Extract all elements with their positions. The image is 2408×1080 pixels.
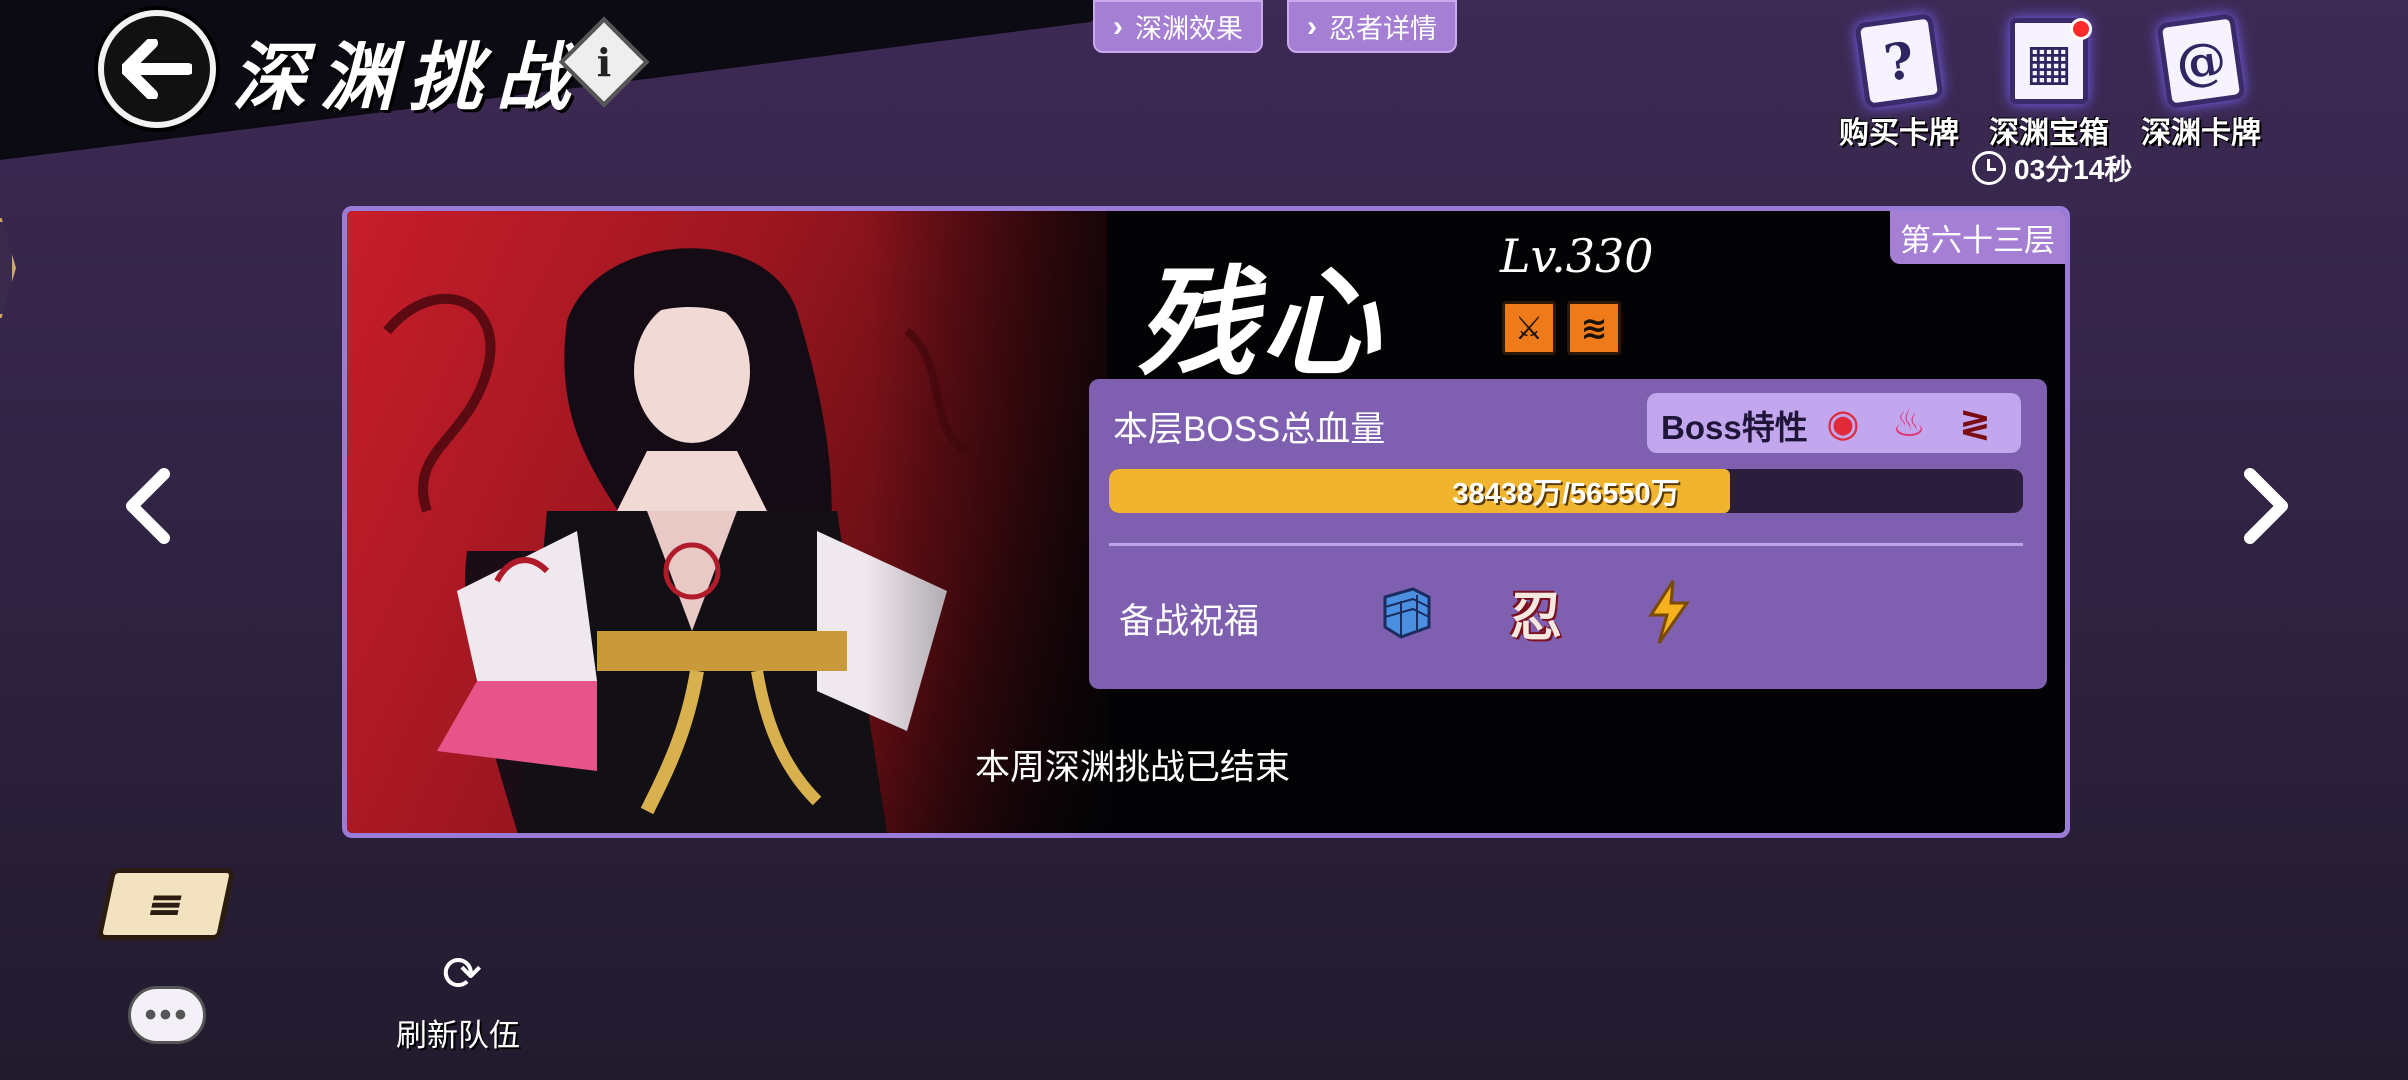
next-floor-button[interactable] — [2232, 466, 2302, 546]
refresh-team-button[interactable]: 刷新队伍 — [396, 1010, 520, 1055]
brick-wall-icon-svg — [1383, 587, 1431, 639]
attack-speed-icon: ⚔ — [1502, 301, 1556, 355]
chevron-right-icon — [2244, 468, 2288, 544]
chat-button[interactable]: ••• — [128, 986, 206, 1044]
page-title: 深渊挑战 — [232, 35, 584, 121]
timer-text: 03分14秒 — [2014, 154, 2133, 185]
card-question-icon: ? — [1854, 12, 1944, 110]
scroll-icon[interactable]: ≡ — [96, 868, 236, 940]
countdown-timer: 03分14秒 — [1972, 148, 2132, 188]
buy-cards-label: 购买卡牌 — [1839, 117, 1959, 150]
eye-icon[interactable]: ◉ — [1819, 399, 1867, 447]
hp-label: 本层BOSS总血量 — [1113, 410, 1386, 449]
brick-wall-icon[interactable] — [1371, 579, 1437, 645]
challenge-status: 本周深渊挑战已结束 — [975, 748, 1291, 787]
prev-floor-button[interactable] — [112, 466, 182, 546]
abyss-chest-label: 深渊宝箱 — [1989, 117, 2109, 150]
buy-cards-button[interactable]: ? 购买卡牌 — [1824, 12, 1974, 152]
flame-icon[interactable]: ♨ — [1885, 399, 1933, 447]
claw-icon[interactable]: ≷ — [1951, 399, 1999, 447]
blessing-label: 备战祝福 — [1119, 602, 1260, 641]
back-button[interactable] — [98, 10, 216, 128]
tab-ninja-details[interactable]: › 忍者详情 — [1287, 0, 1457, 53]
boss-panel: 第六十三层 残心 Lv.330 ⚔ ≋ 本层BOSS总血量 Boss特性 ◉ ♨… — [342, 206, 2070, 838]
abyss-cards-button[interactable]: @ 深渊卡牌 — [2126, 12, 2276, 152]
tab-abyss-effect[interactable]: › 深渊效果 — [1093, 0, 1263, 53]
side-hex-tab[interactable] — [0, 218, 16, 318]
boss-traits[interactable]: Boss特性 ◉ ♨ ≷ — [1647, 393, 2021, 453]
boss-name: 残心 — [1137, 253, 1386, 392]
clock-icon — [1972, 151, 2006, 185]
hp-text: 38438万/56550万 — [1452, 478, 1680, 510]
tab-label: 深渊效果 — [1135, 14, 1243, 44]
refresh-icon[interactable]: ⟳ — [432, 944, 492, 1004]
lightning-icon[interactable] — [1635, 579, 1701, 645]
trait-label: Boss特性 — [1661, 409, 1808, 446]
divider — [1109, 543, 2023, 546]
hp-bar: 38438万/56550万 — [1109, 469, 2023, 513]
lightning-icon-svg — [1648, 580, 1690, 644]
tab-label: 忍者详情 — [1329, 14, 1437, 44]
chat-bubble-icon: ••• — [144, 995, 190, 1034]
chevron-left-icon — [126, 468, 170, 544]
abyss-cards-label: 深渊卡牌 — [2141, 117, 2261, 150]
notification-dot — [2070, 18, 2092, 40]
swirl-card-icon: @ — [2156, 12, 2246, 110]
boss-level: Lv.330 — [1500, 229, 1654, 283]
floor-badge: 第六十三层 — [1890, 211, 2065, 264]
bite-icon: ≋ — [1567, 301, 1621, 355]
chevron-right-icon: › — [1307, 9, 1317, 43]
info-icon: i — [596, 39, 612, 85]
back-arrow-icon — [122, 39, 192, 99]
boss-info-box: 本层BOSS总血量 Boss特性 ◉ ♨ ≷ 38438万/56550万 备战祝… — [1089, 379, 2047, 689]
ninja-glyph-icon[interactable]: 忍 — [1503, 579, 1569, 648]
abyss-chest-button[interactable]: ▦ 深渊宝箱 — [1974, 18, 2124, 152]
chevron-right-icon: › — [1113, 9, 1123, 43]
